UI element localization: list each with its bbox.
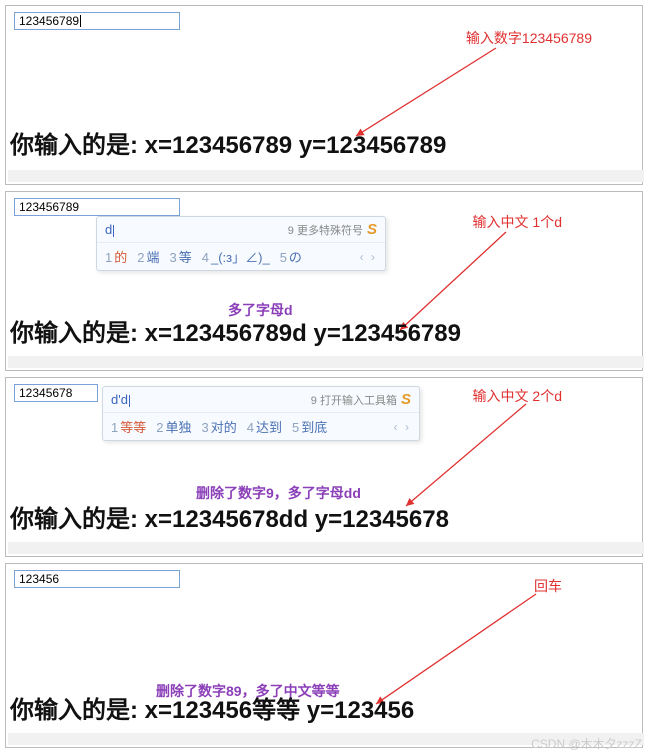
watermark: CSDN @木木夕zzzZ [531, 735, 642, 752]
panel-3: 12345678 d'd 9 打开输入工具箱S 1等等 2单独 3对的 4达到 … [5, 377, 643, 557]
sogou-icon: S [367, 221, 377, 238]
ime-hint: 9 打开输入工具箱S [311, 391, 411, 408]
text-input[interactable]: 12345678 [14, 384, 98, 402]
caret-icon [113, 225, 114, 237]
ime-candidate[interactable]: 1等等 [111, 417, 146, 436]
ime-candidate[interactable]: 5の [280, 247, 302, 266]
caret-icon [80, 15, 81, 27]
scrollbar-area [8, 170, 644, 182]
input-value: 123456789 [19, 14, 79, 28]
annotation-red: 输入中文 2个d [473, 386, 562, 406]
ime-candidates[interactable]: 1的 2端 3等 4_(:з」∠)_ 5の ‹ › [97, 243, 385, 270]
output-line: 你输入的是: x=123456等等 y=123456 [10, 690, 414, 725]
annotation-red: 输入中文 1个d [473, 212, 562, 232]
ime-top-bar: d'd 9 打开输入工具箱S [103, 387, 419, 413]
ime-candidates[interactable]: 1等等 2单独 3对的 4达到 5到底 ‹ › [103, 413, 419, 440]
scrollbar-area [8, 542, 644, 554]
panel-2: 123456789 d 9 更多特殊符号S 1的 2端 3等 4_(:з」∠)_… [5, 191, 643, 371]
output-line: 你输入的是: x=123456789 y=123456789 [10, 125, 446, 160]
ime-candidate[interactable]: 5到底 [292, 417, 327, 436]
output-line: 你输入的是: x=123456789d y=123456789 [10, 313, 461, 348]
ime-candidate[interactable]: 2端 [137, 247, 159, 266]
caret-icon [129, 395, 130, 407]
annotation-red: 输入数字123456789 [466, 28, 592, 48]
panel-4: 123456 回车 删除了数字89，多了中文等等 你输入的是: x=123456… [5, 563, 643, 748]
input-value: 123456789 [19, 200, 79, 214]
ime-candidate[interactable]: 4达到 [247, 417, 282, 436]
sogou-icon: S [401, 391, 411, 408]
text-input[interactable]: 123456 [14, 570, 180, 588]
panel-1: 123456789 输入数字123456789 你输入的是: x=1234567… [5, 5, 643, 185]
ime-popup[interactable]: d 9 更多特殊符号S 1的 2端 3等 4_(:з」∠)_ 5の ‹ › [96, 216, 386, 271]
ime-nav[interactable]: ‹ › [394, 420, 411, 434]
ime-top-bar: d 9 更多特殊符号S [97, 217, 385, 243]
ime-candidate[interactable]: 3对的 [202, 417, 237, 436]
canvas: 123456789 输入数字123456789 你输入的是: x=1234567… [0, 0, 648, 754]
text-input[interactable]: 123456789 [14, 12, 180, 30]
ime-hint: 9 更多特殊符号S [288, 221, 377, 238]
ime-candidate[interactable]: 3等 [170, 247, 192, 266]
ime-candidate[interactable]: 2单独 [156, 417, 191, 436]
annotation-red: 回车 [534, 576, 562, 596]
input-value: 123456 [19, 572, 59, 586]
ime-typed-text: d [105, 222, 288, 237]
ime-candidate[interactable]: 4_(:з」∠)_ [202, 247, 270, 266]
output-line: 你输入的是: x=12345678dd y=12345678 [10, 499, 449, 534]
text-input[interactable]: 123456789 [14, 198, 180, 216]
scrollbar-area [8, 356, 644, 368]
ime-typed-text: d'd [111, 392, 311, 407]
ime-popup[interactable]: d'd 9 打开输入工具箱S 1等等 2单独 3对的 4达到 5到底 ‹ › [102, 386, 420, 441]
input-value: 12345678 [19, 386, 72, 400]
ime-nav[interactable]: ‹ › [360, 250, 377, 264]
ime-candidate[interactable]: 1的 [105, 247, 127, 266]
